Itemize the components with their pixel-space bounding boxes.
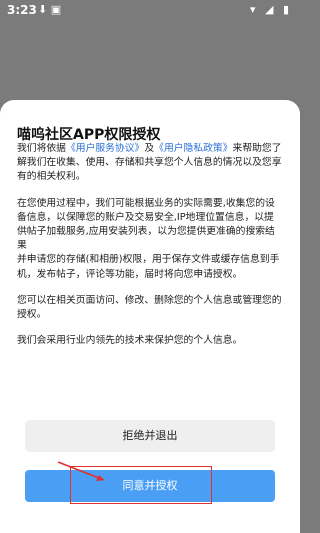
manage-info-paragraph: 您可以在相关页面访问、修改、删除您的个人信息或管理您的授权。 (17, 294, 282, 321)
system-status-icons: ▾ ◢ ▮ (249, 3, 292, 16)
agree-and-authorize-button[interactable]: 同意并授权 (25, 470, 275, 502)
data-collection-text: 在您使用过程中，我们可能根据业务的实际需要,收集您的设备信息，以保障您的账户及交… (17, 197, 275, 252)
service-agreement-link[interactable]: 《用户服务协议》 (66, 143, 144, 154)
navigation-bar (0, 519, 300, 533)
decline-and-exit-button[interactable]: 拒绝并退出 (25, 420, 275, 452)
intro-paragraph: 我们将依据《用户服务协议》及《用户隐私政策》来帮助您了解我们在收集、使用、存储和… (17, 142, 283, 185)
protection-paragraph: 我们会采用行业内领先的技术来保护您的个人信息。 (17, 335, 243, 347)
privacy-policy-link[interactable]: 《用户隐私政策》 (154, 143, 232, 154)
dialog-title: 喵呜社区APP权限授权 (17, 127, 161, 143)
status-bar: 3:23 ⬇ ▣ ▾ ◢ ▮ (0, 0, 300, 22)
storage-permission-text: 并申请您的存储(和相册)权限，用于保存文件或缓存信息到手机，发布帖子，评论等功能… (17, 254, 280, 280)
intro-prefix: 我们将依据 (17, 143, 66, 154)
data-collection-paragraph: 在您使用过程中，我们可能根据业务的实际需要,收集您的设备信息，以保障您的账户及交… (17, 197, 283, 282)
permission-dialog: 喵呜社区APP权限授权 我们将依据《用户服务协议》及《用户隐私政策》来帮助您了解… (0, 100, 300, 533)
notification-icons: ⬇ ▣ (38, 3, 62, 16)
status-time: 3:23 (7, 3, 37, 17)
intro-and: 及 (144, 143, 155, 154)
dialog-content: 我们将依据《用户服务协议》及《用户隐私政策》来帮助您了解我们在收集、使用、存储和… (17, 142, 283, 360)
